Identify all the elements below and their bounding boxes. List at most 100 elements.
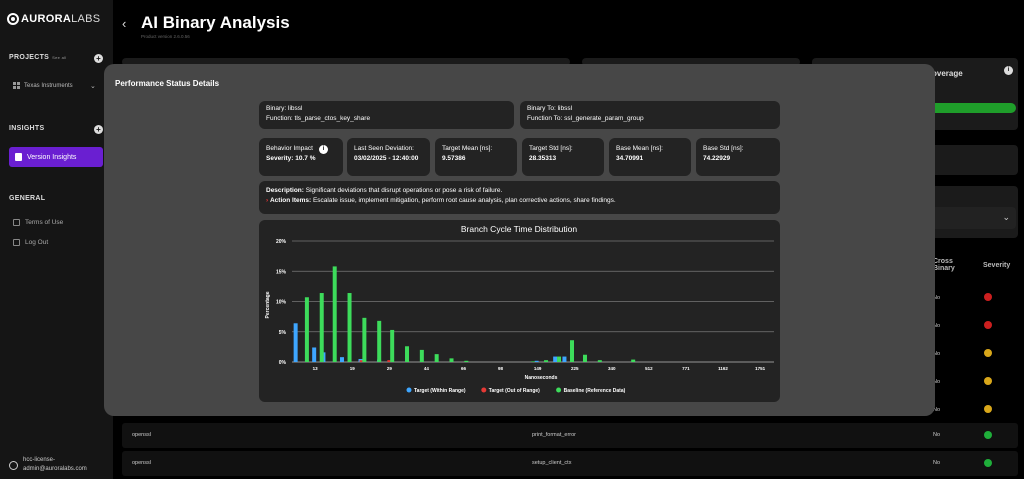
legend-label: Target (Out of Range) bbox=[489, 388, 540, 394]
sidebar-item-label: Version Insights bbox=[27, 153, 77, 161]
bar bbox=[332, 266, 337, 362]
cross-binary-cell: No bbox=[933, 460, 941, 466]
legend-label: Baseline (Reference Data) bbox=[564, 388, 626, 394]
cycle-time-chart-card: Branch Cycle Time Distribution Percentag… bbox=[259, 220, 780, 402]
bar bbox=[434, 354, 439, 362]
x-tick-label: 29 bbox=[387, 366, 393, 371]
coverage-label: overage bbox=[932, 69, 963, 78]
sidebar-item-logout[interactable]: Log Out bbox=[13, 239, 48, 246]
table-row[interactable]: openssl print_format_error No bbox=[122, 423, 1018, 448]
info-icon[interactable]: i bbox=[1004, 66, 1013, 75]
function-cell: print_format_error bbox=[532, 432, 577, 438]
action-label: Action Items: bbox=[269, 197, 312, 204]
action-text: Escalate issue, implement mitigation, pe… bbox=[312, 197, 616, 204]
cycle-time-chart: Branch Cycle Time Distribution Percentag… bbox=[265, 224, 774, 394]
column-severity[interactable]: Severity bbox=[983, 262, 1010, 269]
bar bbox=[362, 317, 367, 362]
logout-icon bbox=[13, 239, 20, 246]
x-tick-label: 340 bbox=[608, 366, 616, 371]
target-std-value: 28.35313 bbox=[529, 155, 557, 162]
x-tick-label: 1162 bbox=[718, 366, 728, 371]
see-all-link[interactable]: See all bbox=[52, 55, 66, 60]
bar bbox=[534, 360, 539, 362]
binary-card: Binary: libssl Function: tls_parse_ctos_… bbox=[259, 101, 514, 129]
product-version: Product version 2.6.0.56 bbox=[141, 34, 190, 39]
last-seen-value: 03/02/2025 - 12:40:00 bbox=[354, 155, 419, 162]
logo-text-thin: LABS bbox=[71, 13, 101, 25]
bar bbox=[449, 358, 454, 362]
function-cell: setup_client_ctx bbox=[532, 460, 572, 466]
add-insight-button[interactable]: + bbox=[94, 125, 103, 134]
y-tick-label: 0% bbox=[279, 360, 287, 366]
user-line-2: admin@auroralabs.com bbox=[23, 466, 87, 472]
project-selector[interactable]: Texas Instruments bbox=[13, 82, 73, 89]
base-mean-value: 34.70991 bbox=[616, 155, 644, 162]
bar bbox=[339, 357, 344, 362]
sidebar-item-label: Terms of Use bbox=[25, 219, 64, 226]
info-icon[interactable]: i bbox=[318, 145, 328, 154]
x-tick-label: 13 bbox=[313, 366, 319, 371]
severity-dot bbox=[984, 377, 992, 385]
bar bbox=[304, 297, 309, 362]
description-card: Description: Significant deviations that… bbox=[259, 181, 780, 214]
binary-cell: openssl bbox=[132, 460, 151, 466]
bar bbox=[390, 329, 395, 362]
binary-cell: openssl bbox=[132, 432, 151, 438]
behavior-value: Severity: 10.7 % bbox=[266, 155, 316, 162]
add-project-button[interactable]: + bbox=[94, 54, 103, 63]
bar bbox=[553, 356, 558, 362]
function-text: Function: tls_parse_ctos_key_share bbox=[266, 115, 371, 122]
bar bbox=[597, 360, 602, 362]
page-title: AI Binary Analysis bbox=[141, 13, 290, 32]
cross-binary-line-2: Binary bbox=[933, 265, 955, 272]
last-seen-card: Last Seen Deviation: 03/02/2025 - 12:40:… bbox=[347, 138, 430, 176]
severity-dot bbox=[984, 349, 992, 357]
cross-binary-line-1: Cross bbox=[933, 258, 953, 265]
bar bbox=[631, 359, 636, 362]
x-tick-label: 225 bbox=[571, 366, 579, 371]
base-std-value: 74.22929 bbox=[703, 155, 731, 162]
legend-swatch bbox=[556, 387, 562, 393]
x-tick-label: 66 bbox=[461, 366, 467, 371]
bar bbox=[557, 356, 562, 362]
bar bbox=[419, 349, 424, 362]
base-mean-card: Base Mean [ns]: 34.70991 bbox=[609, 138, 691, 176]
user-icon bbox=[9, 460, 18, 470]
logo-icon bbox=[7, 13, 19, 25]
filter-dropdown[interactable]: ⌄ bbox=[928, 207, 1016, 229]
bar bbox=[582, 354, 587, 362]
bar bbox=[570, 340, 575, 362]
sidebar-item-terms[interactable]: Terms of Use bbox=[13, 219, 63, 226]
aurora-labs-logo[interactable]: AURORALABS bbox=[7, 13, 100, 25]
x-tick-label: 98 bbox=[498, 366, 504, 371]
severity-dot bbox=[984, 293, 992, 301]
chevron-down-icon[interactable]: ⌄ bbox=[90, 82, 96, 90]
projects-heading: PROJECTS See all bbox=[9, 54, 66, 61]
chevron-down-icon: ⌄ bbox=[1002, 212, 1010, 222]
target-mean-label: Target Mean [ns]: bbox=[442, 145, 493, 152]
back-arrow-icon[interactable]: ‹ bbox=[122, 16, 126, 31]
projects-label: PROJECTS bbox=[9, 54, 50, 61]
bar bbox=[312, 347, 317, 362]
table-row[interactable]: openssl setup_client_ctx No bbox=[122, 451, 1018, 476]
logo-text-bold: AURORA bbox=[21, 13, 72, 25]
binary-to-card: Binary To: libssl Function To: ssl_gener… bbox=[520, 101, 780, 129]
coverage-progress-bar bbox=[928, 103, 1016, 113]
base-mean-label: Base Mean [ns]: bbox=[616, 145, 663, 152]
y-tick-label: 20% bbox=[276, 239, 287, 245]
severity-dot bbox=[984, 405, 992, 413]
general-heading: GENERAL bbox=[9, 195, 46, 202]
modal-title: Performance Status Details bbox=[115, 79, 220, 88]
insights-heading: INSIGHTS bbox=[9, 125, 45, 132]
document-icon bbox=[13, 219, 20, 226]
description-label: Description: bbox=[266, 187, 304, 194]
sidebar-item-version-insights[interactable]: Version Insights bbox=[9, 147, 103, 167]
behavior-impact-card: Behavior Impact i Severity: 10.7 % bbox=[259, 138, 343, 176]
legend-swatch bbox=[481, 387, 487, 393]
legend-swatch bbox=[406, 387, 412, 393]
bar bbox=[562, 356, 567, 362]
sidebar-item-label: Log Out bbox=[25, 239, 49, 246]
column-cross-binary[interactable]: Cross Binary bbox=[933, 258, 955, 272]
user-account[interactable]: hcc-license- admin@auroralabs.com bbox=[9, 456, 87, 474]
x-tick-label: 19 bbox=[350, 366, 356, 371]
